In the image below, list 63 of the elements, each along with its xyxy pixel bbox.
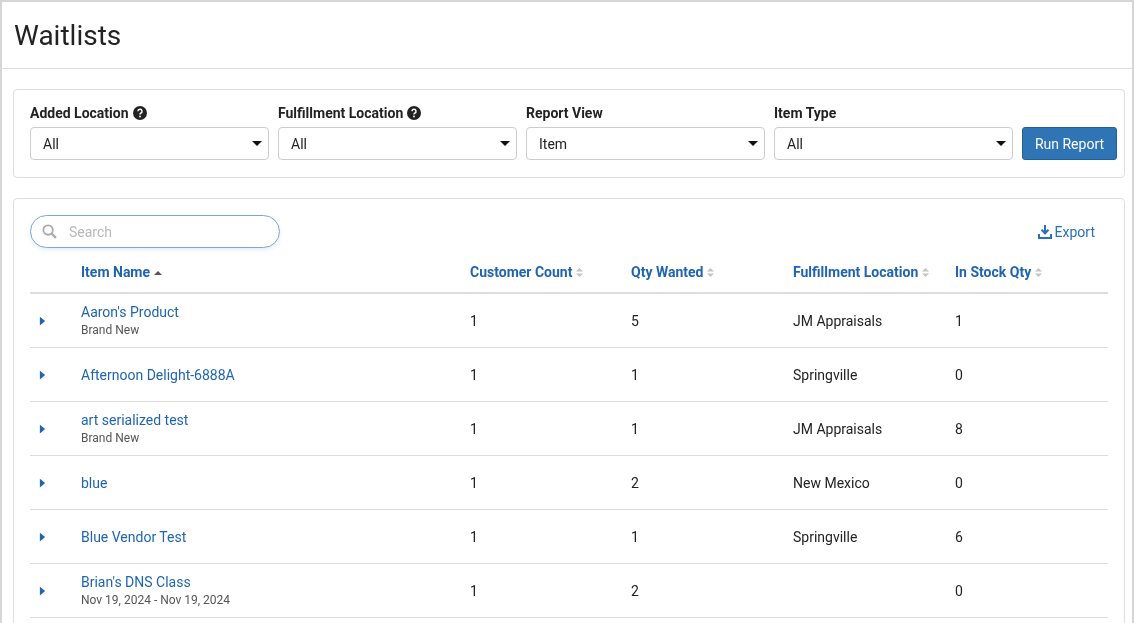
expand-icon[interactable] [39, 369, 46, 380]
table-cell: Springville [793, 528, 858, 545]
table-cell: New Mexico [793, 474, 870, 491]
caret-icon [500, 141, 510, 146]
table-cell: 8 [955, 420, 963, 437]
item-link[interactable]: blue [81, 474, 470, 491]
item-link[interactable]: Aaron's Product [81, 304, 470, 320]
filter-label: Added Location [30, 105, 129, 121]
expand-icon[interactable] [39, 477, 46, 488]
table-cell: 1 [470, 474, 478, 491]
table-cell: 1 [470, 582, 478, 599]
filter-dropdown[interactable]: All [30, 127, 269, 160]
item-link[interactable]: art serialized test [81, 412, 470, 428]
caret-icon [252, 141, 262, 146]
table-cell: 1 [470, 366, 478, 383]
column-header[interactable]: Qty Wanted [631, 264, 704, 280]
filter-dropdown[interactable]: All [278, 127, 517, 160]
expand-icon[interactable] [39, 315, 46, 326]
run-report-button[interactable]: Run Report [1022, 127, 1117, 160]
column-header[interactable]: Fulfillment Location [793, 264, 919, 280]
item-detail: Nov 19, 2024 - Nov 19, 2024 [81, 593, 232, 607]
item-link[interactable]: Brian's DNS Class [81, 574, 470, 590]
help-icon[interactable] [132, 106, 147, 120]
table-cell: 0 [955, 366, 963, 383]
search-field[interactable]: Search [30, 215, 280, 248]
table-cell: 5 [631, 312, 639, 329]
table-cell: 0 [955, 582, 963, 599]
table-cell: 2 [631, 582, 639, 599]
filter-label: Fulfillment Location [278, 105, 404, 121]
page-title: Waitlists [14, 18, 122, 52]
table-cell: 0 [955, 474, 963, 491]
caret-icon [748, 141, 758, 146]
column-header[interactable]: Customer Count [470, 264, 573, 280]
expand-icon[interactable] [39, 585, 46, 596]
table-cell: 1 [955, 312, 963, 329]
expand-icon[interactable] [39, 531, 46, 542]
item-detail: Brand New [81, 323, 141, 337]
item-link[interactable]: Blue Vendor Test [81, 528, 470, 545]
column-header[interactable]: Item Name [81, 264, 151, 280]
filter-dropdown[interactable]: Item [526, 127, 765, 160]
filter-label: Item Type [774, 105, 837, 121]
download-icon [1037, 224, 1052, 239]
table-cell: 1 [631, 366, 639, 383]
export-link[interactable]: Export [1037, 223, 1095, 240]
item-detail: Brand New [81, 431, 141, 445]
table-cell: Springville [793, 366, 858, 383]
table-cell: 2 [631, 474, 639, 491]
table-cell: 1 [631, 528, 639, 545]
table-cell: 1 [470, 528, 478, 545]
item-link[interactable]: Afternoon Delight-6888A [81, 366, 470, 383]
help-icon[interactable] [407, 106, 422, 120]
table-cell: JM Appraisals [793, 420, 883, 437]
filter-dropdown[interactable]: All [774, 127, 1013, 160]
table-cell: 1 [470, 312, 478, 329]
column-header[interactable]: In Stock Qty [955, 264, 1032, 280]
filter-label: Report View [526, 105, 603, 121]
expand-icon[interactable] [39, 423, 46, 434]
table-cell: 1 [470, 420, 478, 437]
table-cell: 1 [631, 420, 639, 437]
sort-ascending-icon[interactable] [153, 269, 164, 275]
table-cell: JM Appraisals [793, 312, 883, 329]
table-cell: 6 [955, 528, 963, 545]
caret-icon [996, 141, 1006, 146]
